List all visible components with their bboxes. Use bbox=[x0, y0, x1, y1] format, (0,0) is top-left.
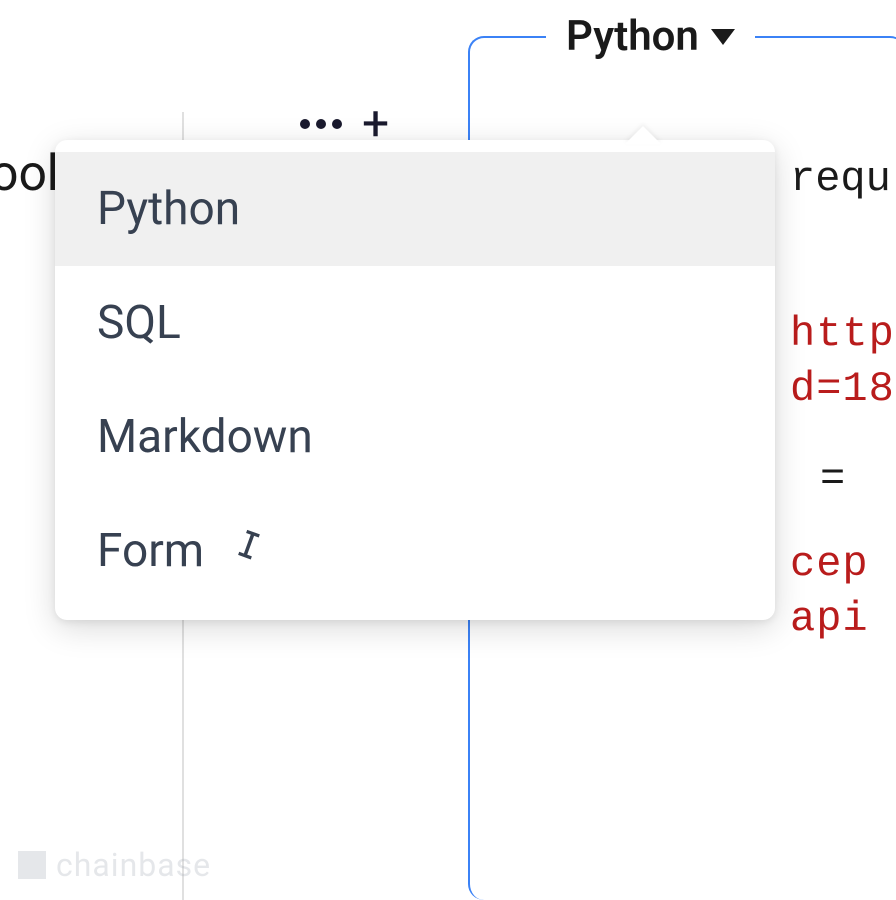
code-operator: = bbox=[820, 455, 846, 503]
dropdown-item-label: SQL bbox=[97, 296, 181, 350]
hammer-icon bbox=[232, 524, 272, 578]
cell-type-label: Python bbox=[566, 12, 699, 61]
dropdown-item-label: Markdown bbox=[97, 410, 313, 464]
cell-type-selector[interactable]: Python bbox=[546, 8, 755, 65]
code-fragment-import: requ bbox=[790, 155, 891, 203]
watermark-text: chainbase bbox=[56, 846, 211, 884]
code-string: cep bbox=[790, 540, 869, 588]
code-string: api bbox=[790, 595, 869, 643]
watermark: chainbase bbox=[18, 846, 211, 884]
code-string: d=18 bbox=[790, 365, 895, 413]
cell-type-dropdown: Python SQL Markdown Form bbox=[55, 140, 775, 620]
dropdown-item-label: Form bbox=[97, 524, 204, 578]
dropdown-item-python[interactable]: Python bbox=[55, 152, 775, 266]
dropdown-item-label: Python bbox=[97, 182, 240, 236]
dropdown-pointer bbox=[625, 126, 661, 144]
dropdown-item-markdown[interactable]: Markdown bbox=[55, 380, 775, 494]
caret-down-icon bbox=[711, 29, 735, 45]
more-icon[interactable] bbox=[300, 119, 342, 129]
code-string: http bbox=[790, 310, 895, 358]
dropdown-item-sql[interactable]: SQL bbox=[55, 266, 775, 380]
dropdown-item-form[interactable]: Form bbox=[55, 494, 775, 608]
watermark-logo bbox=[18, 851, 46, 879]
